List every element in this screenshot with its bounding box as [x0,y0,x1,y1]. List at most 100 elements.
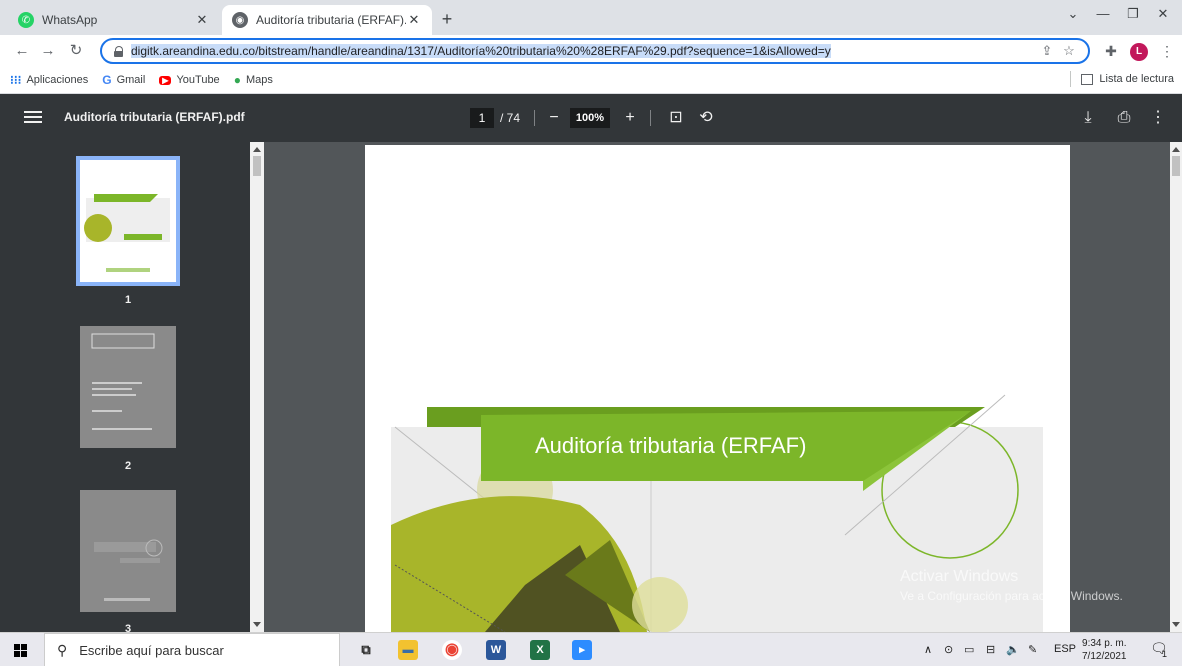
search-placeholder: Escribe aquí para buscar [79,642,224,658]
network-icon[interactable]: ⊟ [986,643,995,656]
battery-icon[interactable]: ▭ [964,643,974,656]
more-menu-icon[interactable]: ⋮ [1156,40,1178,62]
text-thumbnail-image [80,326,176,448]
pdf-title: Auditoría tributaria (ERFAF).pdf [64,110,245,124]
new-tab-button[interactable]: + [436,9,458,31]
zoom-in-button[interactable]: + [618,106,642,130]
restore-button[interactable]: ❐ [1118,6,1148,28]
divider [650,110,651,126]
address-bar[interactable]: digitk.areandina.edu.co/bitstream/handle… [100,38,1090,64]
whatsapp-icon: ✆ [18,12,34,28]
pdf-page: Auditoría tributaria (ERFAF) [365,145,1070,632]
pdf-viewer[interactable]: Auditoría tributaria (ERFAF) [264,142,1182,632]
print-icon[interactable]: ⎙ [1112,106,1136,130]
cover-heading: Auditoría tributaria (ERFAF) [535,433,807,458]
activation-watermark: Activar Windows Ve a Configuración para … [900,568,1123,603]
bookmark-label: Aplicaciones [26,74,89,86]
taskbar-search[interactable]: ⚲ Escribe aquí para buscar [44,633,340,666]
notification-count: 1 [1162,649,1168,659]
youtube-icon: ▶ [159,75,172,85]
excel-icon[interactable]: X [530,640,550,660]
cover-thumbnail-image [80,490,176,612]
bookmark-label: Gmail [116,74,146,86]
extensions-icon[interactable]: ✚ [1100,40,1122,62]
cover-thumbnail-image [80,160,176,282]
tab-search-icon[interactable]: ⌄ [1058,6,1088,28]
sidebar-scrollbar[interactable] [250,142,264,632]
page-number-input[interactable]: 1 [470,108,494,128]
globe-icon: ◉ [232,12,248,28]
minimize-button[interactable]: — [1088,6,1118,28]
pen-icon[interactable]: ✎ [1028,643,1037,656]
volume-icon[interactable]: 🔈 [1006,643,1020,656]
reload-button[interactable]: ↻ [64,39,88,63]
thumbnail-page-1[interactable] [76,156,180,286]
bookmark-label: YouTube [176,74,220,86]
bookmarks-bar: ⁝⁝⁝ Aplicaciones G Gmail ▶ YouTube ● Map… [0,67,1182,94]
tab-pdf[interactable]: ◉ Auditoría tributaria (ERFAF).pdf ✕ [222,5,432,35]
forward-button[interactable]: → [36,39,60,63]
maps-pin-icon: ● [233,73,241,87]
tab-title: Auditoría tributaria (ERFAF).pdf [256,13,406,27]
thumbnail-label: 3 [124,623,132,632]
scroll-up-icon[interactable] [253,147,261,152]
taskbar-clock[interactable]: 9:34 p. m. 7/12/2021 [1082,637,1127,663]
thumbnail-sidebar: 1 2 3 [0,142,264,632]
meet-now-icon[interactable]: ⊙ [944,643,953,656]
tab-whatsapp[interactable]: ✆ WhatsApp ✕ [8,5,220,35]
reading-list-button[interactable]: Lista de lectura [1070,71,1174,87]
viewer-scrollbar[interactable] [1170,142,1182,632]
search-icon: ⚲ [57,641,68,658]
bookmark-gmail[interactable]: G Gmail [102,73,145,87]
language-indicator[interactable]: ESP [1054,643,1076,655]
browser-toolbar: ← → ↻ digitk.areandina.edu.co/bitstream/… [0,35,1182,67]
url-text[interactable]: digitk.areandina.edu.co/bitstream/handle… [131,44,1036,58]
word-icon[interactable]: W [486,640,506,660]
bookmark-maps[interactable]: ● Maps [234,73,273,87]
scroll-thumb[interactable] [253,156,261,176]
zoom-app-icon[interactable]: ▸ [572,640,592,660]
thumbnail-label: 2 [124,460,132,472]
scroll-up-icon[interactable] [1172,147,1180,152]
sidebar-menu-icon[interactable] [24,108,42,128]
scroll-down-icon[interactable] [1172,622,1180,627]
close-window-button[interactable]: ✕ [1148,6,1178,28]
google-icon: G [102,73,112,87]
zoom-input[interactable]: 100% [570,108,610,128]
watermark-subtitle: Ve a Configuración para activar Windows. [900,589,1123,603]
chrome-icon[interactable]: ◉ [442,640,462,660]
windows-start-icon[interactable] [14,644,27,657]
file-explorer-icon[interactable]: ▬ [398,640,418,660]
divider [1070,71,1072,87]
close-tab-icon[interactable]: ✕ [194,12,210,28]
cover-artwork [391,394,1043,632]
zoom-out-button[interactable]: − [542,106,566,130]
thumbnail-page-2[interactable] [80,326,176,448]
clock-date: 7/12/2021 [1082,651,1127,662]
scroll-down-icon[interactable] [253,622,261,627]
task-view-icon[interactable]: ⧉ [356,640,376,660]
close-tab-icon[interactable]: ✕ [406,12,422,28]
bookmark-aplicaciones[interactable]: ⁝⁝⁝ Aplicaciones [10,73,88,87]
lock-icon[interactable] [114,45,124,57]
scroll-thumb[interactable] [1172,156,1180,176]
share-icon[interactable]: ⇪ [1036,43,1058,59]
download-icon[interactable]: ⤓ [1076,106,1100,130]
clock-time: 9:34 p. m. [1082,638,1127,649]
show-hidden-icons[interactable]: ∧ [924,643,932,656]
bookmark-youtube[interactable]: ▶ YouTube [159,74,220,86]
tab-title: WhatsApp [42,13,98,27]
back-button[interactable]: ← [10,39,34,63]
divider [534,110,535,126]
windows-taskbar: ⚲ Escribe aquí para buscar ⧉ ▬ ◉ W X ▸ ∧… [0,632,1182,666]
more-options-icon[interactable]: ⋮ [1146,106,1170,130]
thumbnail-page-3[interactable] [80,490,176,612]
profile-avatar[interactable]: L [1130,43,1148,61]
page-count: / 74 [500,111,521,125]
apps-grid-icon: ⁝⁝⁝ [10,73,22,87]
fit-page-icon[interactable]: ⊡ [664,106,688,130]
bookmark-star-icon[interactable]: ☆ [1058,43,1080,59]
rotate-icon[interactable]: ⟲ [694,106,718,130]
watermark-title: Activar Windows [900,568,1019,585]
reading-list-label: Lista de lectura [1099,73,1174,85]
